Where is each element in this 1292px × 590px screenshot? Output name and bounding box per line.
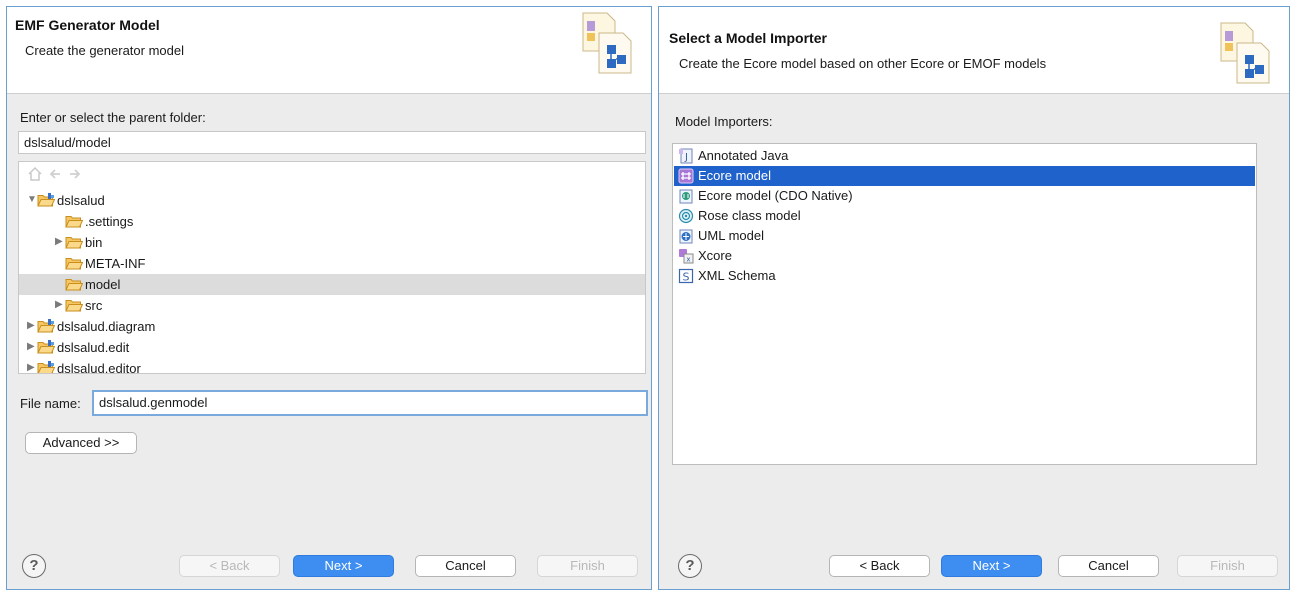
list-item-xml-schema[interactable]: S XML Schema xyxy=(674,266,1255,286)
tree-item-dslsalud[interactable]: ▼ dslsalud xyxy=(19,190,645,211)
svg-text:S: S xyxy=(683,271,690,284)
list-item-label: Ecore model (CDO Native) xyxy=(698,188,853,203)
tree-item-dslsalud-diagram[interactable]: ▶ dslsalud.diagram xyxy=(19,316,645,337)
list-item-ecore-model[interactable]: Ecore model xyxy=(674,166,1255,186)
wizard-banner-icon xyxy=(1217,21,1271,85)
finish-button[interactable]: Finish xyxy=(537,555,638,577)
project-folder-icon xyxy=(37,319,55,333)
folder-tree[interactable]: ▼ dslsalud .settings ▶ bin META-INF mode… xyxy=(18,161,646,374)
next-button[interactable]: Next > xyxy=(941,555,1042,577)
cdo-icon xyxy=(679,189,693,204)
wizard-banner-icon xyxy=(579,11,633,75)
wizard-title: EMF Generator Model xyxy=(15,17,160,33)
tree-item-label: dslsalud xyxy=(57,193,105,208)
tree-item-bin[interactable]: ▶ bin xyxy=(19,232,645,253)
help-icon[interactable]: ? xyxy=(22,554,46,578)
cancel-button[interactable]: Cancel xyxy=(1058,555,1159,577)
forward-arrow-icon[interactable] xyxy=(67,166,83,182)
java-icon: J xyxy=(679,148,693,164)
model-importers-list[interactable]: J Annotated Java Ecore model Ecore model… xyxy=(672,143,1257,465)
tree-item-label: META-INF xyxy=(85,256,146,271)
tree-item-settings[interactable]: .settings xyxy=(19,211,645,232)
list-item-ecore-cdo-native[interactable]: Ecore model (CDO Native) xyxy=(674,186,1255,206)
wizard-title: Select a Model Importer xyxy=(669,30,827,46)
file-name-input[interactable]: dslsalud.genmodel xyxy=(92,390,648,416)
folder-icon xyxy=(65,277,83,291)
tree-item-meta-inf[interactable]: META-INF xyxy=(19,253,645,274)
collapsed-twisty-icon[interactable]: ▶ xyxy=(55,236,65,248)
collapsed-twisty-icon[interactable]: ▶ xyxy=(27,320,37,332)
project-folder-icon xyxy=(37,361,55,374)
advanced-button[interactable]: Advanced >> xyxy=(25,432,137,454)
wizard-description: Create the generator model xyxy=(25,43,184,58)
tree-item-dslsalud-editor[interactable]: ▶ dslsalud.editor xyxy=(19,358,645,374)
list-item-label: XML Schema xyxy=(698,268,776,283)
parent-folder-input[interactable]: dslsalud/model xyxy=(18,131,646,154)
file-name-label: File name: xyxy=(20,396,81,411)
folder-icon xyxy=(65,235,83,249)
tree-item-label: model xyxy=(85,277,121,292)
cancel-button[interactable]: Cancel xyxy=(415,555,516,577)
collapsed-twisty-icon[interactable]: ▶ xyxy=(55,299,65,311)
folder-icon xyxy=(65,256,83,270)
tree-item-label: bin xyxy=(85,235,103,250)
back-button[interactable]: < Back xyxy=(829,555,930,577)
tree-item-dslsalud-edit[interactable]: ▶ dslsalud.edit xyxy=(19,337,645,358)
collapsed-twisty-icon[interactable]: ▶ xyxy=(27,341,37,353)
svg-text:x: x xyxy=(686,256,690,264)
list-item-label: UML model xyxy=(698,228,764,243)
list-item-rose-class-model[interactable]: Rose class model xyxy=(674,206,1255,226)
project-folder-icon xyxy=(37,340,55,354)
tree-item-label: dslsalud.editor xyxy=(57,361,141,374)
folder-icon xyxy=(65,298,83,312)
xml-schema-icon: S xyxy=(678,268,694,284)
list-item-label: Annotated Java xyxy=(698,148,789,163)
ecore-icon xyxy=(678,168,694,184)
model-importer-wizard: Select a Model Importer Create the Ecore… xyxy=(658,6,1290,590)
list-item-uml-model[interactable]: UML model xyxy=(674,226,1255,246)
svg-text:J: J xyxy=(684,152,688,163)
tree-item-src[interactable]: ▶ src xyxy=(19,295,645,316)
tree-item-label: dslsalud.diagram xyxy=(57,319,156,334)
wizard-banner: Select a Model Importer Create the Ecore… xyxy=(659,7,1289,94)
tree-item-model[interactable]: model xyxy=(19,274,645,295)
list-item-label: Xcore xyxy=(698,248,732,263)
finish-button[interactable]: Finish xyxy=(1177,555,1278,577)
tree-toolbar xyxy=(21,164,643,188)
model-importers-label: Model Importers: xyxy=(675,114,773,129)
back-arrow-icon[interactable] xyxy=(47,166,63,182)
tree-item-label: dslsalud.edit xyxy=(57,340,130,355)
uml-icon xyxy=(679,229,693,244)
home-icon[interactable] xyxy=(27,166,43,182)
list-item-label: Rose class model xyxy=(698,208,801,223)
expanded-twisty-icon[interactable]: ▼ xyxy=(27,194,37,206)
xcore-icon: x xyxy=(679,249,694,264)
rose-icon xyxy=(678,208,694,224)
list-item-annotated-java[interactable]: J Annotated Java xyxy=(674,146,1255,166)
wizard-banner: EMF Generator Model Create the generator… xyxy=(7,7,651,94)
next-button[interactable]: Next > xyxy=(293,555,394,577)
parent-folder-label: Enter or select the parent folder: xyxy=(20,110,206,125)
tree-item-label: src xyxy=(85,298,103,313)
help-icon[interactable]: ? xyxy=(678,554,702,578)
emf-generator-model-wizard: EMF Generator Model Create the generator… xyxy=(6,6,652,590)
list-item-label: Ecore model xyxy=(698,168,771,183)
project-folder-icon xyxy=(37,193,55,207)
folder-icon xyxy=(65,214,83,228)
tree-item-label: .settings xyxy=(85,214,134,229)
wizard-description: Create the Ecore model based on other Ec… xyxy=(679,56,1047,71)
list-item-xcore[interactable]: x Xcore xyxy=(674,246,1255,266)
collapsed-twisty-icon[interactable]: ▶ xyxy=(27,362,37,373)
back-button[interactable]: < Back xyxy=(179,555,280,577)
